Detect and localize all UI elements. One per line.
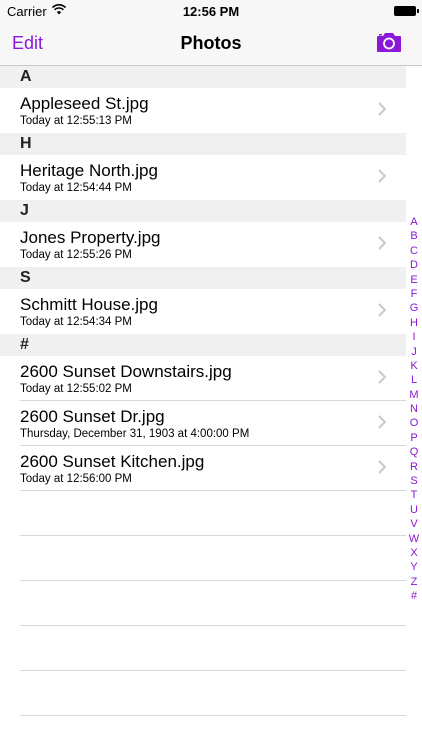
index-letter[interactable]: W	[406, 532, 422, 546]
navigation-bar: Edit Photos	[0, 22, 422, 66]
item-timestamp: Today at 12:55:26 PM	[20, 249, 132, 261]
list-item[interactable]: 2600 Sunset Dr.jpg Thursday, December 31…	[0, 401, 406, 446]
section-header-h: H	[0, 133, 406, 155]
index-letter[interactable]: O	[406, 416, 422, 430]
chevron-right-icon	[378, 460, 386, 474]
index-letter[interactable]: N	[406, 402, 422, 416]
item-title: 2600 Sunset Downstairs.jpg	[20, 362, 232, 381]
section-index[interactable]: A B C D E F G H I J K L M N O P Q R S T …	[406, 215, 422, 604]
index-letter[interactable]: K	[406, 359, 422, 373]
chevron-right-icon	[378, 415, 386, 429]
item-timestamp: Thursday, December 31, 1903 at 4:00:00 P…	[20, 428, 250, 440]
empty-row	[0, 536, 406, 581]
item-title: Heritage North.jpg	[20, 161, 158, 180]
page-title: Photos	[180, 33, 242, 53]
empty-row	[0, 626, 406, 671]
item-title: Jones Property.jpg	[20, 228, 161, 247]
item-title: Appleseed St.jpg	[20, 94, 149, 113]
index-letter[interactable]: B	[406, 229, 422, 243]
status-time: 12:56 PM	[182, 4, 240, 19]
index-letter[interactable]: F	[406, 287, 422, 301]
chevron-right-icon	[378, 303, 386, 317]
list-item[interactable]: Jones Property.jpg Today at 12:55:26 PM	[0, 222, 406, 267]
section-header-a: A	[0, 66, 406, 88]
battery-icon	[394, 6, 419, 16]
empty-row	[0, 671, 406, 716]
section-header-hash: #	[0, 334, 406, 356]
index-letter[interactable]: Q	[406, 445, 422, 459]
index-letter[interactable]: E	[406, 273, 422, 287]
index-letter[interactable]: A	[406, 215, 422, 229]
screen: Carrier 12:56 PM Edit Photos A Appleseed…	[0, 0, 422, 750]
index-letter[interactable]: M	[406, 388, 422, 402]
index-letter[interactable]: U	[406, 503, 422, 517]
status-bar: Carrier 12:56 PM	[0, 0, 422, 22]
index-letter[interactable]: X	[406, 546, 422, 560]
index-letter[interactable]: I	[406, 330, 422, 344]
item-timestamp: Today at 12:55:02 PM	[20, 383, 132, 395]
index-letter[interactable]: L	[406, 373, 422, 387]
index-letter[interactable]: Y	[406, 560, 422, 574]
index-letter[interactable]: C	[406, 244, 422, 258]
index-letter[interactable]: T	[406, 488, 422, 502]
list-item[interactable]: Heritage North.jpg Today at 12:54:44 PM	[0, 155, 406, 200]
chevron-right-icon	[378, 236, 386, 250]
item-timestamp: Today at 12:56:00 PM	[20, 473, 132, 485]
list-item[interactable]: Schmitt House.jpg Today at 12:54:34 PM	[0, 289, 406, 334]
index-letter[interactable]: R	[406, 460, 422, 474]
item-timestamp: Today at 12:54:44 PM	[20, 182, 132, 194]
index-letter[interactable]: S	[406, 474, 422, 488]
item-timestamp: Today at 12:54:34 PM	[20, 316, 132, 328]
section-header-s: S	[0, 267, 406, 289]
chevron-right-icon	[378, 169, 386, 183]
item-timestamp: Today at 12:55:13 PM	[20, 115, 132, 127]
list-item[interactable]: 2600 Sunset Downstairs.jpg Today at 12:5…	[0, 356, 406, 401]
photo-list: A Appleseed St.jpg Today at 12:55:13 PM …	[0, 66, 406, 716]
empty-row	[0, 581, 406, 626]
item-title: 2600 Sunset Kitchen.jpg	[20, 452, 205, 471]
index-letter[interactable]: V	[406, 517, 422, 531]
index-letter[interactable]: G	[406, 301, 422, 315]
section-header-j: J	[0, 200, 406, 222]
list-item[interactable]: 2600 Sunset Kitchen.jpg Today at 12:56:0…	[0, 446, 406, 491]
index-letter[interactable]: H	[406, 316, 422, 330]
chevron-right-icon	[378, 102, 386, 116]
item-title: 2600 Sunset Dr.jpg	[20, 407, 165, 426]
index-letter[interactable]: J	[406, 345, 422, 359]
row-divider	[20, 715, 406, 716]
chevron-right-icon	[378, 370, 386, 384]
camera-icon[interactable]	[376, 32, 402, 53]
empty-row	[0, 491, 406, 536]
index-letter[interactable]: #	[406, 589, 422, 603]
item-title: Schmitt House.jpg	[20, 295, 158, 314]
index-letter[interactable]: P	[406, 431, 422, 445]
index-letter[interactable]: Z	[406, 575, 422, 589]
list-item[interactable]: Appleseed St.jpg Today at 12:55:13 PM	[0, 88, 406, 133]
index-letter[interactable]: D	[406, 258, 422, 272]
